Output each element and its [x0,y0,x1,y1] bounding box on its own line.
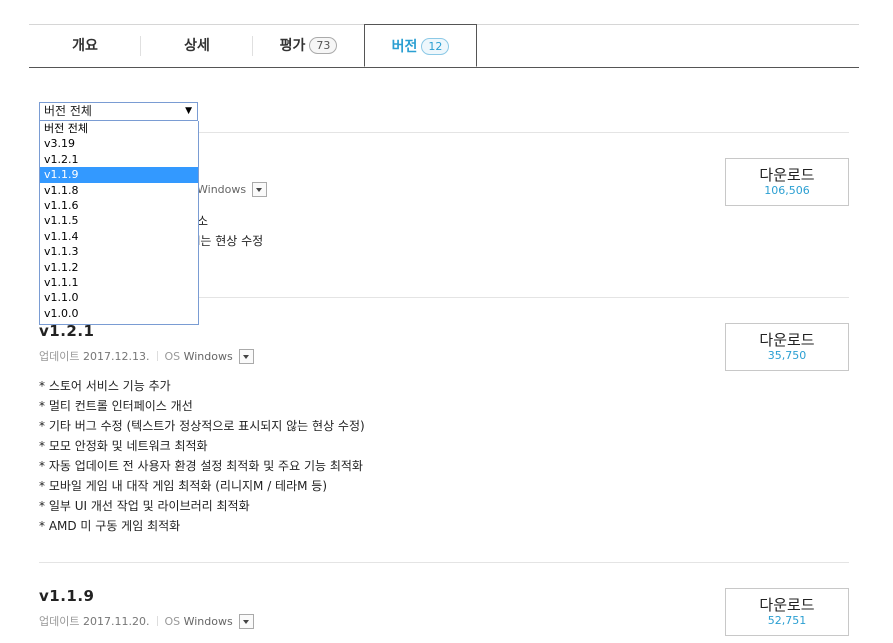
download-count: 35,750 [767,349,807,362]
os-dropdown-icon[interactable] [238,349,254,364]
release-note: * 스토어 서비스 기능 추가 [39,379,171,393]
version-dropdown-list: 버전 전체 v3.19 v1.2.1 v1.1.9 v1.1.8 v1.1.6 v1.1.5… [39,121,199,325]
release-meta: 업데이트 2017.11.20. OS Windows [39,613,254,629]
version-option[interactable]: v1.1.2 [40,260,198,275]
download-count: 106,506 [764,184,810,197]
version-filter-value: 버전 전체 [44,104,92,118]
version-option[interactable]: v1.1.6 [40,198,198,213]
tab-overview[interactable]: 개요 [29,25,141,67]
review-count-badge: 73 [309,37,338,54]
download-label: 다운로드 [759,596,815,614]
tab-details[interactable]: 상세 [141,25,253,67]
version-option[interactable]: v1.1.3 [40,244,198,259]
release-notes: * 스토어 서비스 기능 추가 * 멀티 컨트롤 인터페이스 개선 * 기타 버… [39,376,365,536]
chevron-down-icon: ▼ [185,106,192,116]
meta-divider [157,616,159,626]
download-button[interactable]: 다운로드 52,751 [725,588,849,636]
tab-versions[interactable]: 버전 12 [364,24,477,67]
download-count: 52,751 [767,614,807,627]
version-option[interactable]: v1.1.8 [40,183,198,198]
update-label: 업데이트 [39,350,80,363]
download-button[interactable]: 다운로드 35,750 [725,323,849,371]
version-filter-select[interactable]: 버전 전체 ▼ [39,102,198,121]
download-button[interactable]: 다운로드 106,506 [725,158,849,206]
version-option[interactable]: v1.1.9 [40,167,198,183]
version-option[interactable]: v1.1.0 [40,290,198,305]
version-option[interactable]: v1.1.5 [40,213,198,228]
download-label: 다운로드 [759,331,815,349]
release-note: * 멀티 컨트롤 인터페이스 개선 [39,399,193,413]
version-option[interactable]: v1.2.1 [40,152,198,167]
version-option[interactable]: 버전 전체 [40,121,198,136]
download-label: 다운로드 [759,166,815,184]
update-label: 업데이트 [39,615,80,628]
release-note: * AMD 미 구동 게임 최적화 [39,519,181,533]
release-note: * 모바일 게임 내 대작 게임 최적화 (리니지M / 테라M 등) [39,479,328,493]
version-option[interactable]: v1.0.0 [40,306,198,321]
version-count-badge: 12 [421,38,450,55]
tab-reviews[interactable]: 평가 73 [253,25,364,67]
tab-label: 상세 [184,38,210,54]
release-note: * 기타 버그 수정 (텍스트가 정상적으로 표시되지 않는 현상 수정) [39,419,365,433]
release-note: 소 [197,214,209,228]
release-note: * 자동 업데이트 전 사용자 환경 설정 최적화 및 주요 기능 최적화 [39,459,363,473]
release-date: 2017.11.20. [82,615,150,628]
release-meta: Windows [197,182,268,197]
os-label: OS [164,350,181,363]
version-option[interactable]: v1.1.4 [40,229,198,244]
release-note: * 모모 안정화 및 네트워크 최적화 [39,439,208,453]
tab-label: 평가 [279,38,306,54]
tab-label: 개요 [72,38,98,54]
os-value: Windows [183,350,233,363]
release-version-title: v1.1.9 [39,587,95,605]
version-option[interactable]: v3.19 [40,136,198,151]
os-dropdown-icon[interactable] [238,614,254,629]
release-note: l는 현상 수정 [197,234,264,248]
meta-divider [157,351,159,361]
release-notes: 소 l는 현상 수정 [197,211,263,251]
tab-label: 버전 [391,39,418,55]
release-item: v1.1.9 업데이트 2017.11.20. OS Windows 다운로드 5… [39,562,849,643]
release-note: * 일부 UI 개선 작업 및 라이브러리 최적화 [39,499,250,513]
os-value: Windows [183,615,233,628]
os-dropdown-icon[interactable] [252,182,268,197]
os-label: OS [164,615,181,628]
version-option[interactable]: v1.1.1 [40,275,198,290]
os-value: Windows [197,183,247,196]
release-item: v1.2.1 업데이트 2017.12.13. OS Windows * 스토어 … [39,297,849,562]
release-meta: 업데이트 2017.12.13. OS Windows [39,348,254,364]
release-date: 2017.12.13. [82,350,150,363]
